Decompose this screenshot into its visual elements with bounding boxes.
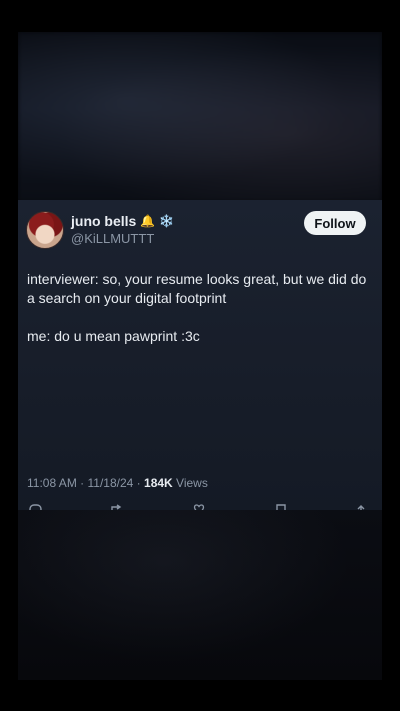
tweet-actions [18,504,382,510]
tweet-line: me: do u mean pawprint :3c [27,328,200,344]
tweet-author[interactable]: juno bells 🔔 ❄️ [71,213,174,229]
user-handle[interactable]: @KiLLMUTTT [71,231,154,246]
avatar[interactable] [26,211,64,249]
tweet-text: interviewer: so, your resume looks great… [27,270,372,365]
snowflake-icon: ❄️ [159,214,175,228]
blurred-background-bottom [18,510,382,680]
display-name[interactable]: juno bells [71,213,136,229]
blurred-background-top [18,32,382,202]
follow-button[interactable]: Follow [304,211,366,235]
views-label: Views [176,476,208,490]
meta-separator: · [80,476,85,490]
tweet-meta: 11:08 AM · 11/18/24 · 184K Views [27,476,208,490]
tweet-line: interviewer: so, your resume looks great… [27,271,367,306]
reply-icon[interactable] [28,504,42,510]
bookmark-icon[interactable] [274,504,288,510]
bell-icon: 🔔 [140,214,156,228]
tweet-time[interactable]: 11:08 AM [27,476,77,490]
video-frame: juno bells 🔔 ❄️ @KiLLMUTTT Follow interv… [0,0,400,711]
retweet-icon[interactable] [110,504,124,510]
heart-icon[interactable] [192,504,206,510]
views-count: 184K [144,476,173,490]
tweet-card: juno bells 🔔 ❄️ @KiLLMUTTT Follow interv… [18,200,382,510]
meta-separator: · [136,476,141,490]
share-icon[interactable] [354,504,368,510]
tweet-date[interactable]: 11/18/24 [88,476,134,490]
